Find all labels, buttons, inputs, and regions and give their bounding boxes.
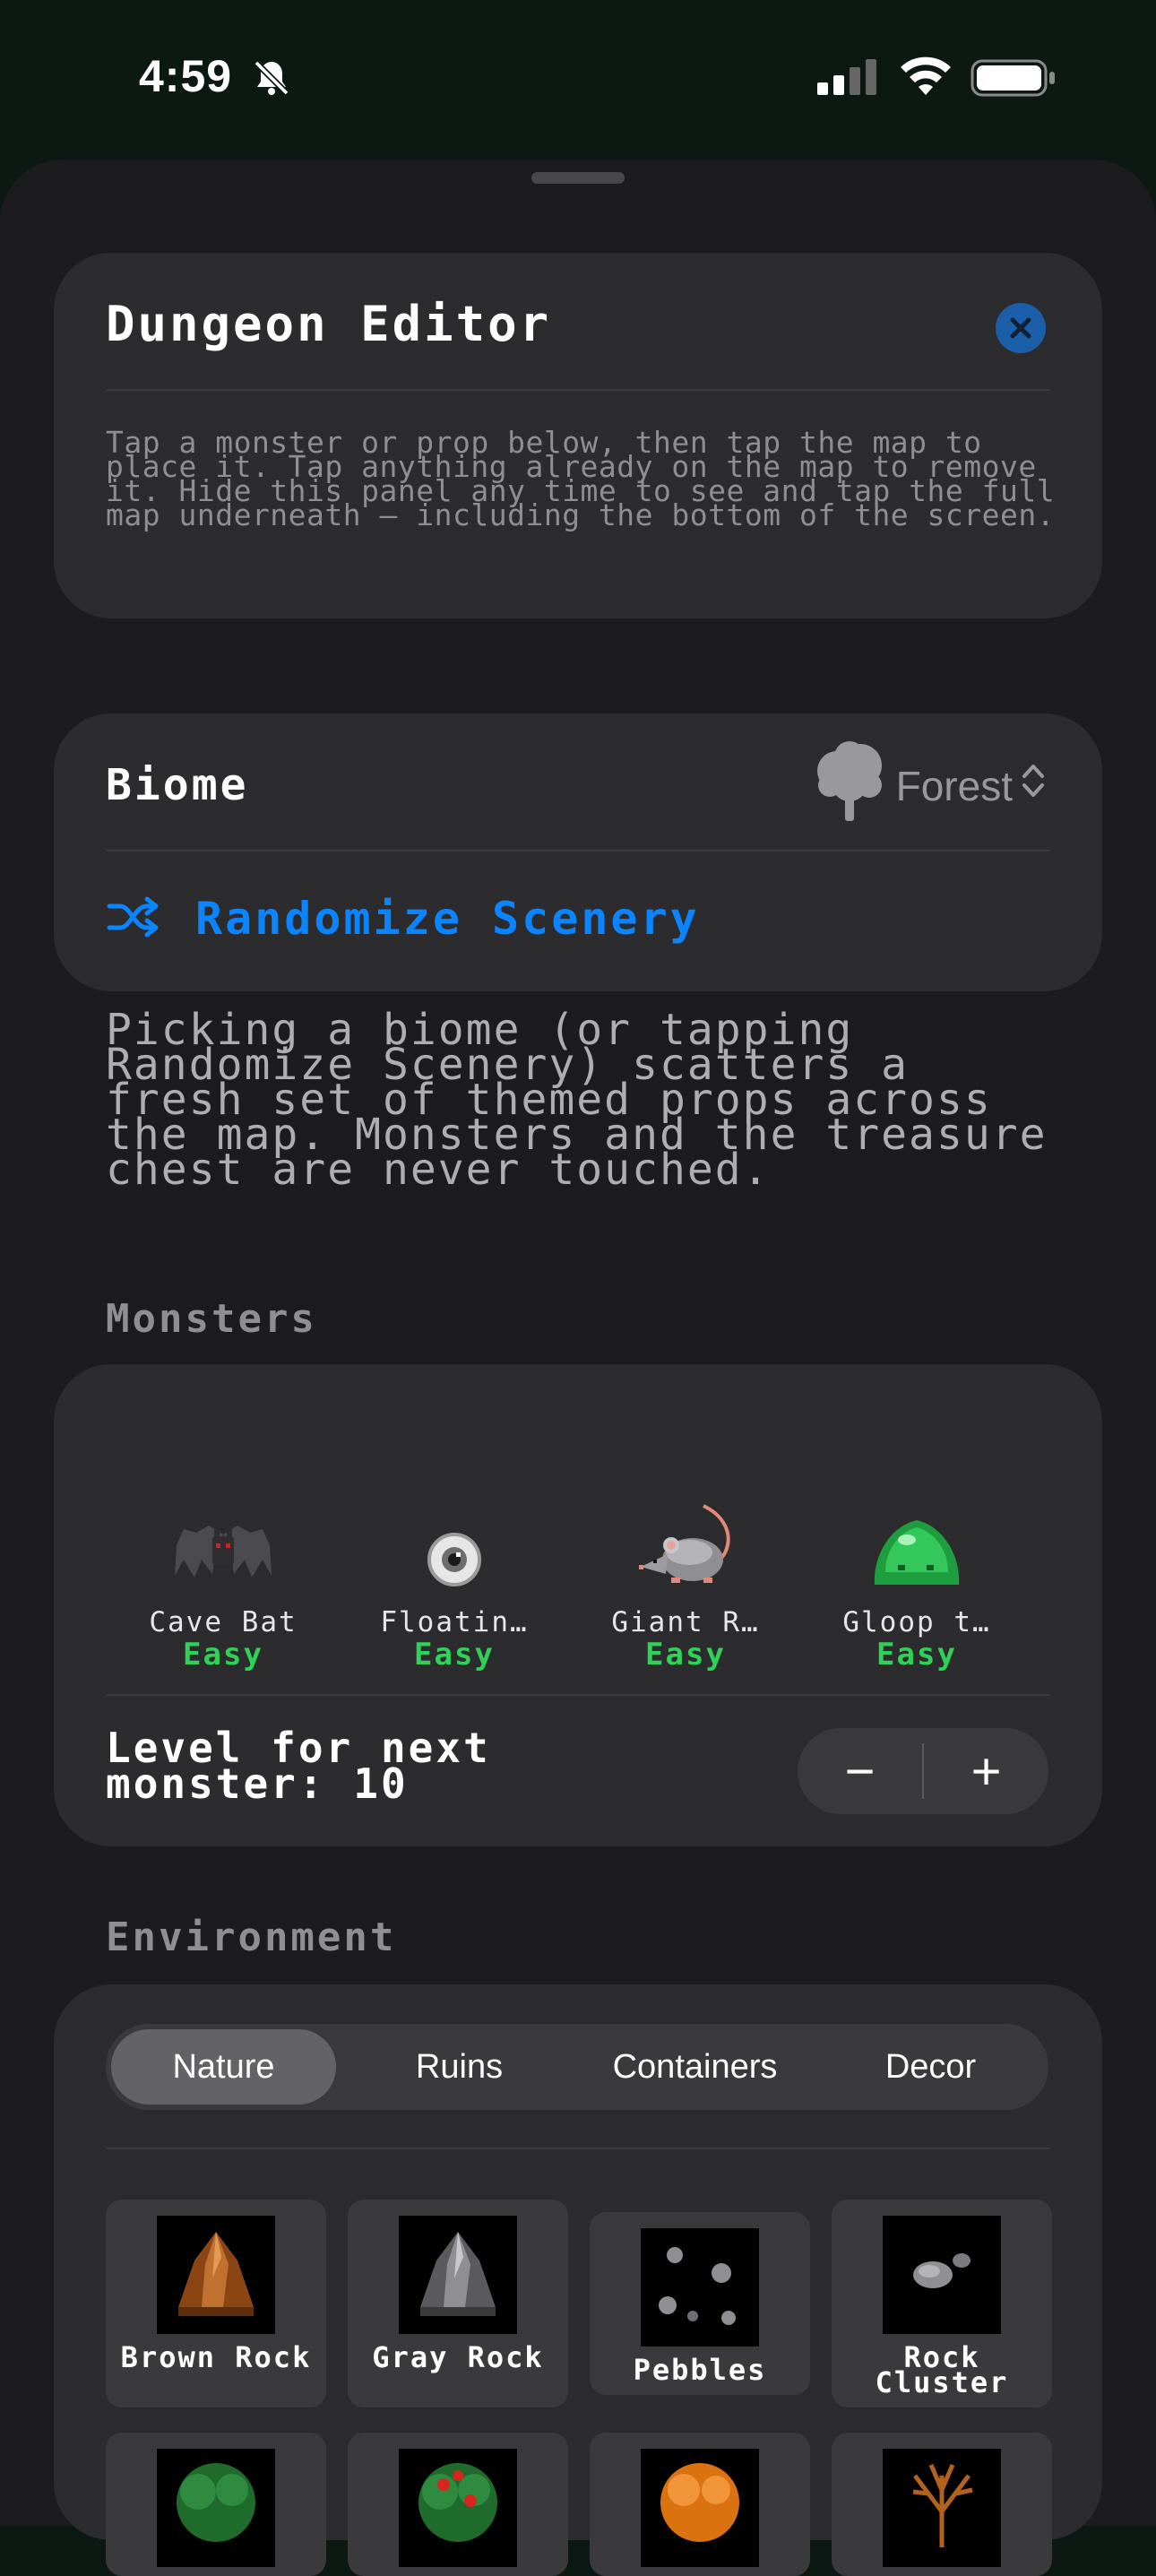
berry-bush-icon (399, 2449, 517, 2567)
divider (106, 2148, 1050, 2149)
prop-name: Pebbles (633, 2353, 767, 2387)
editor-card: Dungeon Editor Tap a monster or prop bel… (54, 253, 1102, 618)
pebbles-icon (641, 2228, 759, 2347)
prop-name: Rock Cluster (875, 2340, 1009, 2399)
environment-tabs: Nature Ruins Containers Decor (106, 2024, 1048, 2110)
floating-eye-icon (417, 1491, 492, 1590)
monster-list: Cave Bat Easy Floatin… Easy Giant R… Eas… (108, 1491, 1048, 1673)
monster-item[interactable]: Gloop t… Easy (801, 1491, 1032, 1673)
biome-picker[interactable]: Forest (810, 740, 1047, 831)
brown-rock-icon (157, 2216, 275, 2334)
monsters-card: Cave Bat Easy Floatin… Easy Giant R… Eas… (54, 1364, 1102, 1846)
prop-tile[interactable]: Brown Rock (106, 2200, 326, 2407)
randomize-scenery-button[interactable]: Randomize Scenery (106, 893, 700, 945)
editor-title: Dungeon Editor (106, 296, 552, 352)
increment-button[interactable]: + (924, 1728, 1048, 1814)
orange-bush-icon (641, 2449, 759, 2567)
monster-item[interactable]: Giant R… Easy (570, 1491, 801, 1673)
biome-card: Biome Forest Randomize Scenery (54, 713, 1102, 991)
giant-rat-icon (632, 1491, 739, 1590)
divider (106, 850, 1050, 851)
monster-difficulty: Easy (645, 1637, 726, 1673)
monster-item[interactable]: Cave Bat Easy (108, 1491, 339, 1673)
level-label: Level for next monster: 10 (106, 1724, 491, 1808)
prop-name: Gray Rock (372, 2340, 544, 2374)
signal-icon (817, 59, 878, 99)
battery-icon (971, 59, 1057, 100)
monster-name: Floatin… (380, 1606, 529, 1638)
environment-section-label: Environment (106, 1915, 397, 1960)
prop-tile[interactable] (348, 2433, 568, 2576)
monster-difficulty: Easy (876, 1637, 957, 1673)
close-icon (1010, 317, 1031, 339)
tab-containers[interactable]: Containers (582, 2029, 807, 2105)
monster-name: Cave Bat (149, 1606, 298, 1638)
divider (106, 389, 1050, 391)
rock-cluster-icon (883, 2216, 1001, 2334)
status-bar: 4:59 (0, 0, 1156, 152)
status-time: 4:59 (139, 51, 233, 101)
close-button[interactable] (996, 303, 1046, 353)
bell-slash-icon (251, 57, 292, 102)
decrement-button[interactable]: − (798, 1728, 922, 1814)
level-stepper: − + (798, 1728, 1048, 1814)
gloop-slime-icon (867, 1491, 966, 1590)
monster-name: Gloop t… (842, 1606, 991, 1638)
chevron-updown-icon (1020, 761, 1047, 810)
monster-difficulty: Easy (183, 1637, 263, 1673)
tree-icon (810, 740, 889, 831)
bush-icon (157, 2449, 275, 2567)
randomize-label: Randomize Scenery (195, 893, 700, 945)
tab-ruins[interactable]: Ruins (347, 2029, 572, 2105)
biome-label: Biome (106, 760, 249, 810)
prop-tile[interactable]: Rock Cluster (832, 2200, 1052, 2407)
tab-decor[interactable]: Decor (818, 2029, 1043, 2105)
prop-tile[interactable]: Pebbles (590, 2212, 810, 2395)
monster-difficulty: Easy (414, 1637, 495, 1673)
prop-tile[interactable]: Gray Rock (348, 2200, 568, 2407)
gray-rock-icon (399, 2216, 517, 2334)
environment-card: Nature Ruins Containers Decor Brown Rock… (54, 1984, 1102, 2576)
prop-name: Brown Rock (120, 2340, 312, 2374)
prop-tile[interactable] (590, 2433, 810, 2576)
editor-description: Tap a monster or prop below, then tap th… (106, 425, 1056, 532)
shuffle-icon (106, 895, 161, 942)
monster-item[interactable]: Floatin… Easy (339, 1491, 570, 1673)
sheet-grabber[interactable] (531, 172, 625, 184)
biome-help-text: Picking a biome (or tapping Randomize Sc… (106, 1005, 1048, 1195)
prop-tile[interactable] (106, 2433, 326, 2576)
dead-shrub-icon (883, 2449, 1001, 2567)
biome-selected: Forest (895, 762, 1013, 809)
monster-name: Giant R… (611, 1606, 760, 1638)
wifi-icon (899, 56, 953, 100)
prop-tile[interactable] (832, 2433, 1052, 2576)
divider (106, 1694, 1050, 1696)
tab-nature[interactable]: Nature (111, 2029, 336, 2105)
monsters-section-label: Monsters (106, 1296, 317, 1342)
cave-bat-icon (169, 1491, 277, 1590)
